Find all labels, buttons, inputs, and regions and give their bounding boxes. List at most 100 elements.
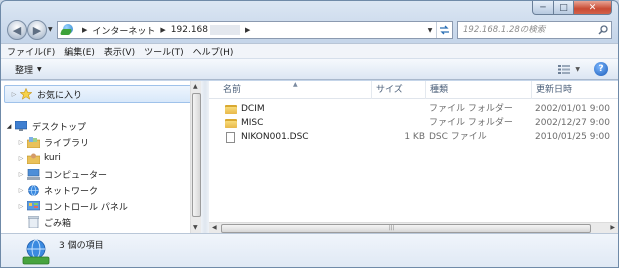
navigation-pane: ▷ お気に入り ◢ デスクトップ ▷ ライブラリ ▷ kuri ▷ コンピュータ… <box>1 81 201 233</box>
document-icon <box>226 131 235 143</box>
column-header-type[interactable]: 種類 <box>425 81 531 99</box>
refresh-button[interactable] <box>436 22 452 38</box>
organize-label: 整理 <box>15 65 34 76</box>
maximize-button[interactable]: □ <box>554 1 574 15</box>
search-box[interactable] <box>457 21 612 39</box>
search-input[interactable] <box>458 25 595 35</box>
expand-triangle-icon[interactable]: ▷ <box>16 155 26 162</box>
nav-label-network: ネットワーク <box>44 186 99 197</box>
nav-label-computer: コンピューター <box>44 170 108 181</box>
file-size <box>377 102 425 116</box>
user-folder-icon <box>26 152 40 164</box>
nav-item-network[interactable]: ▷ ネットワーク <box>16 182 98 198</box>
nav-label-desktop: デスクトップ <box>32 122 87 133</box>
item-count: 3 個の項目 <box>59 241 104 251</box>
refresh-icon <box>440 25 449 35</box>
breadcrumb-separator-icon[interactable]: ▶ <box>82 26 87 34</box>
command-bar: 整理 ▼ ▼ ? <box>1 58 618 80</box>
menu-bar: ファイル(F) 編集(E) 表示(V) ツール(T) ヘルプ(H) <box>1 43 618 58</box>
folder-icon <box>225 118 237 128</box>
file-size <box>377 116 425 130</box>
scrollbar-grip-icon: ||| <box>389 225 395 231</box>
scroll-down-arrow-icon[interactable]: ▼ <box>193 224 198 231</box>
nav-pane-scrollbar[interactable]: ▲ ▼ <box>190 81 201 233</box>
scrollbar-thumb[interactable] <box>221 224 591 233</box>
search-icon[interactable] <box>595 25 611 35</box>
address-row: ◀ ▶ ▼ ▶ インターネット ▶ 192.168 ▶ ▼ <box>5 18 612 42</box>
scroll-right-arrow-icon[interactable]: ▶ <box>610 224 615 231</box>
nav-label-favorites: お気に入り <box>37 90 83 101</box>
nav-label-user: kuri <box>44 153 61 163</box>
file-list-pane: ▲ 名前 サイズ 種類 更新日時 DCIM ファイル フォルダー 2002/01… <box>209 81 618 233</box>
file-name: MISC <box>241 118 264 128</box>
scroll-left-arrow-icon[interactable]: ◀ <box>212 224 217 231</box>
breadcrumb-host[interactable]: 192.168 <box>171 25 208 35</box>
address-bar[interactable]: ▶ インターネット ▶ 192.168 ▶ ▼ <box>57 21 453 39</box>
expand-triangle-icon[interactable]: ▷ <box>16 171 26 178</box>
close-button[interactable]: ✕ <box>574 1 612 15</box>
nav-item-control-panel[interactable]: ▷ コントロール パネル <box>16 198 128 214</box>
file-date: 2002/12/27 9:00 <box>535 118 610 128</box>
file-type: ファイル フォルダー <box>429 118 513 128</box>
arrow-left-icon: ◀ <box>12 23 22 37</box>
expand-triangle-icon[interactable]: ▷ <box>9 91 19 98</box>
forward-button[interactable]: ▶ <box>27 20 47 40</box>
nav-item-recycle-bin[interactable]: ごみ箱 <box>16 214 71 230</box>
caption-buttons: ─ □ ✕ <box>532 1 612 15</box>
organize-button[interactable]: 整理 ▼ <box>15 63 42 76</box>
breadcrumb-separator-icon[interactable]: ▶ <box>245 26 250 34</box>
file-date: 2010/01/25 9:00 <box>535 132 610 142</box>
folder-icon <box>225 104 237 114</box>
menu-tools[interactable]: ツール(T) <box>144 45 184 58</box>
menu-view[interactable]: 表示(V) <box>104 45 135 58</box>
help-question-icon: ? <box>598 64 604 74</box>
column-header-date[interactable]: 更新日時 <box>531 81 618 99</box>
column-header-size[interactable]: サイズ <box>371 81 425 99</box>
help-button[interactable]: ? <box>594 62 608 76</box>
column-headers: ▲ 名前 サイズ 種類 更新日時 <box>209 81 618 99</box>
control-panel-icon <box>26 200 40 212</box>
file-size: 1 KB <box>404 132 425 142</box>
column-header-name[interactable]: 名前 <box>219 81 371 99</box>
expand-triangle-icon[interactable]: ▷ <box>16 203 26 210</box>
collapse-triangle-icon[interactable]: ◢ <box>4 123 14 130</box>
chevron-down-icon: ▼ <box>575 65 580 73</box>
scroll-up-arrow-icon[interactable]: ▲ <box>193 83 198 90</box>
change-view-button[interactable]: ▼ <box>558 64 580 74</box>
address-history-dropdown[interactable]: ▼ <box>424 27 436 34</box>
menu-edit[interactable]: 編集(E) <box>64 45 95 58</box>
nav-item-user[interactable]: ▷ kuri <box>16 150 61 166</box>
menu-file[interactable]: ファイル(F) <box>7 45 55 58</box>
file-row-nikon001[interactable]: NIKON001.DSC 1 KB DSC ファイル 2010/01/25 9:… <box>209 130 618 144</box>
chevron-down-icon: ▼ <box>37 65 42 73</box>
minimize-button[interactable]: ─ <box>532 1 554 15</box>
expand-triangle-icon[interactable]: ▷ <box>16 187 26 194</box>
view-list-icon <box>558 64 571 74</box>
back-button[interactable]: ◀ <box>7 20 27 40</box>
nav-item-computer[interactable]: ▷ コンピューター <box>16 166 107 182</box>
recycle-bin-icon <box>26 216 40 228</box>
network-icon <box>26 184 40 196</box>
file-row-misc[interactable]: MISC ファイル フォルダー 2002/12/27 9:00 <box>209 116 618 130</box>
computer-icon <box>26 168 40 180</box>
redacted-address-segment <box>210 25 241 35</box>
nav-item-libraries[interactable]: ▷ ライブラリ <box>16 134 89 150</box>
pane-splitter[interactable] <box>201 81 209 233</box>
file-row-dcim[interactable]: DCIM ファイル フォルダー 2002/01/01 9:00 <box>209 102 618 116</box>
recent-pages-dropdown[interactable]: ▼ <box>48 26 56 34</box>
nav-item-desktop[interactable]: ◢ デスクトップ <box>4 118 86 134</box>
explorer-window: ─ □ ✕ ◀ ▶ ▼ ▶ インターネット ▶ 192.168 ▶ ▼ 192.… <box>0 0 619 268</box>
favorites-star-icon <box>19 88 33 100</box>
library-icon <box>26 136 40 148</box>
horizontal-scrollbar[interactable]: ◀ ||| ▶ <box>209 222 618 233</box>
breadcrumb-internet[interactable]: インターネット <box>92 24 155 37</box>
file-type: DSC ファイル <box>429 132 487 142</box>
expand-triangle-icon[interactable]: ▷ <box>16 139 26 146</box>
nav-label-control-panel: コントロール パネル <box>44 202 128 213</box>
menu-help[interactable]: ヘルプ(H) <box>193 45 234 58</box>
desktop-icon <box>14 120 28 132</box>
nav-item-favorites[interactable]: ▷ お気に入り <box>4 85 198 103</box>
breadcrumb-separator-icon[interactable]: ▶ <box>160 26 165 34</box>
scrollbar-thumb[interactable] <box>192 93 201 217</box>
file-name: DCIM <box>241 104 265 114</box>
